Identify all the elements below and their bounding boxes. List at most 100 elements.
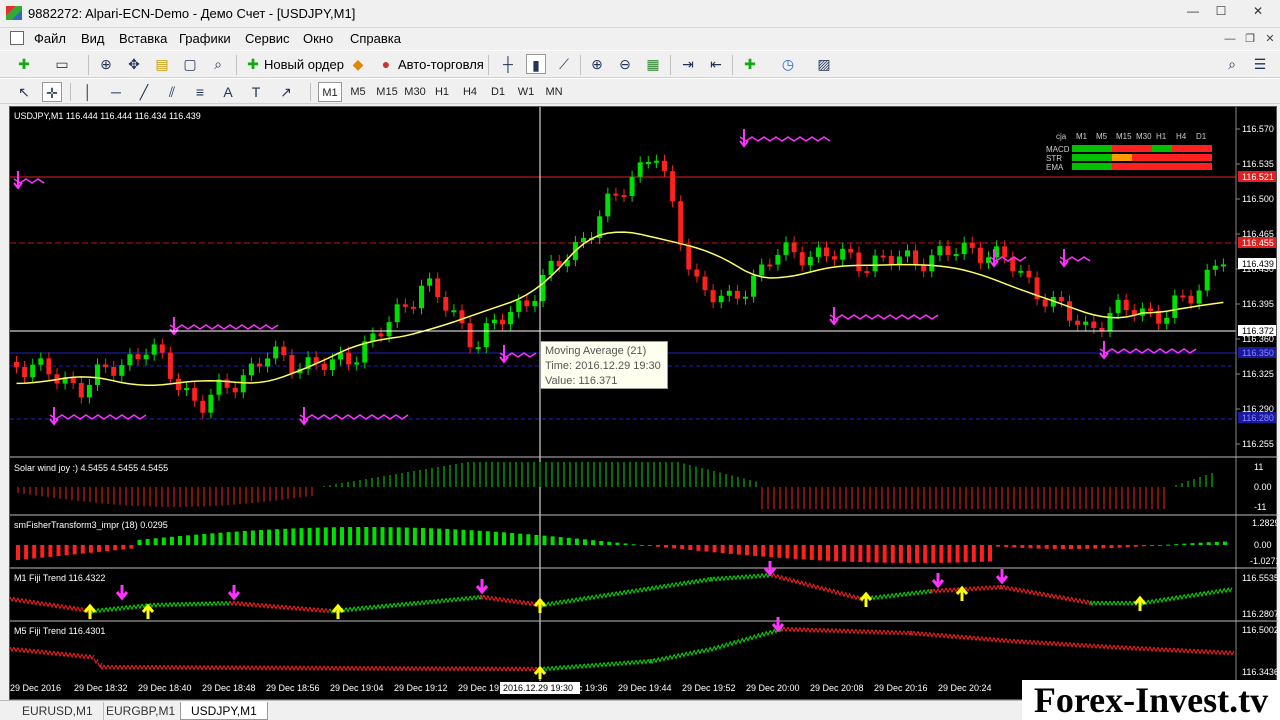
bar-chart-icon[interactable]: ┼ <box>498 54 518 74</box>
arrows-icon[interactable]: ↗ <box>276 82 296 102</box>
text-icon[interactable]: A <box>218 82 238 102</box>
crosshair-icon[interactable]: ✛ <box>42 82 62 102</box>
timeframe-m5[interactable]: M5 <box>346 82 370 102</box>
menu-help[interactable]: Справка <box>350 31 401 46</box>
profiles-icon[interactable]: ▭ <box>52 54 72 74</box>
zoom-in-icon[interactable]: ⊕ <box>587 54 607 74</box>
mdi-close-button[interactable]: ✕ <box>1262 32 1278 46</box>
timeframe-h4[interactable]: H4 <box>458 82 482 102</box>
new-order-button[interactable]: Новый ордер <box>264 57 344 72</box>
candlestick-icon[interactable]: ▮ <box>526 54 546 74</box>
candle-body <box>653 160 659 163</box>
fisher-bar <box>518 533 523 545</box>
market-watch-icon[interactable]: ⊕ <box>96 54 116 74</box>
templates-icon[interactable]: ▨ <box>814 54 834 74</box>
fiji-segment <box>1117 645 1123 651</box>
tab-usdjpy[interactable]: USDJPY,M1 <box>180 702 268 720</box>
timeframe-d1[interactable]: D1 <box>486 82 510 102</box>
mdi-minimize-button[interactable]: — <box>1222 32 1238 46</box>
fiji-segment <box>325 608 331 614</box>
fiji-segment <box>961 634 967 641</box>
fiji-segment <box>487 595 493 602</box>
tab-eurusd[interactable]: EURUSD,M1 <box>12 702 104 720</box>
fiji-segment <box>349 606 355 613</box>
mdi-restore-button[interactable]: ❐ <box>1242 32 1258 46</box>
close-button[interactable]: ✕ <box>1240 2 1276 20</box>
line-chart-icon[interactable]: ⟋ <box>554 54 574 74</box>
new-order-icon[interactable]: ✚ <box>243 54 263 74</box>
timeframe-h1[interactable]: H1 <box>430 82 454 102</box>
fiji-segment <box>297 606 303 612</box>
candle-body <box>605 193 611 217</box>
menu-file[interactable]: Файл <box>34 31 66 46</box>
fisher-bar <box>113 545 118 551</box>
cursor-icon[interactable]: ↖ <box>14 82 34 102</box>
timeframe-m1[interactable]: M1 <box>318 82 342 102</box>
candle-body <box>856 252 862 272</box>
metaeditor-icon[interactable]: ◆ <box>348 54 368 74</box>
text-label-icon[interactable]: T <box>246 82 266 102</box>
auto-trading-button[interactable]: Авто-торговля <box>398 57 484 72</box>
zoom-out-icon[interactable]: ⊖ <box>615 54 635 74</box>
fiji-segment <box>845 593 851 599</box>
fiji-segment <box>33 600 39 606</box>
timeframe-mn[interactable]: MN <box>542 82 566 102</box>
tile-windows-icon[interactable]: ▦ <box>643 54 663 74</box>
fiji-segment <box>1121 600 1127 607</box>
fiji-segment <box>231 665 237 671</box>
horizontal-line-icon[interactable]: ─ <box>106 82 126 102</box>
menu-insert[interactable]: Вставка <box>119 31 167 46</box>
timeframe-m30[interactable]: M30 <box>402 82 428 102</box>
fiji-segment <box>1165 647 1171 653</box>
chat-icon[interactable]: ☰ <box>1250 54 1270 74</box>
fiji-segment <box>37 600 43 607</box>
fiji-segment <box>149 602 155 609</box>
maximize-button[interactable]: ☐ <box>1208 2 1234 20</box>
menu-view[interactable]: Вид <box>81 31 105 46</box>
autoscroll-icon[interactable]: ⇤ <box>706 54 726 74</box>
trendline-icon[interactable]: ╱ <box>134 82 154 102</box>
document-icon[interactable] <box>10 31 24 45</box>
navigator-icon[interactable]: ✥ <box>124 54 144 74</box>
candle-body <box>848 248 854 253</box>
tab-eurgbp[interactable]: EURGBP,M1 <box>96 702 187 720</box>
fiji-segment <box>379 666 385 672</box>
auto-trading-icon[interactable]: ● <box>376 54 396 74</box>
fibonacci-icon[interactable]: ≡ <box>190 82 210 102</box>
menu-tools[interactable]: Сервис <box>245 31 290 46</box>
strategy-tester-icon[interactable]: ▢ <box>180 54 200 74</box>
timeframe-w1[interactable]: W1 <box>514 82 538 102</box>
fiji-segment <box>1079 598 1085 605</box>
fiji-segment <box>989 585 995 591</box>
fiji-segment <box>1097 644 1103 650</box>
vertical-line-icon[interactable]: │ <box>78 82 98 102</box>
fiji-segment <box>523 600 529 606</box>
fisher-bar <box>1028 545 1033 549</box>
menu-window[interactable]: Окно <box>303 31 333 46</box>
zoom-window-icon[interactable]: ⌕ <box>208 54 228 74</box>
periods-icon[interactable]: ◷ <box>778 54 798 74</box>
fisher-bar <box>736 545 741 555</box>
fiji-segment <box>729 641 735 647</box>
chart-shift-icon[interactable]: ⇥ <box>678 54 698 74</box>
indicators-icon[interactable]: ✚ <box>740 54 760 74</box>
minimize-button[interactable]: — <box>1180 2 1206 20</box>
search-icon[interactable]: ⌕ <box>1222 54 1242 74</box>
fiji-segment <box>595 594 601 600</box>
fisher-bar <box>704 545 709 552</box>
chart-canvas[interactable]: USDJPY,M1 116.444 116.444 116.434 116.43… <box>9 107 1280 701</box>
fisher-bar <box>728 545 733 554</box>
timeframe-m15[interactable]: M15 <box>374 82 400 102</box>
fiji-segment <box>1229 650 1235 657</box>
terminal-icon[interactable]: ▤ <box>152 54 172 74</box>
menu-charts[interactable]: Графики <box>179 31 231 46</box>
new-chart-icon[interactable]: ✚ <box>14 54 34 74</box>
fiji-segment <box>1053 641 1059 647</box>
fisher-bar <box>1109 545 1114 549</box>
dash-line-price: 116.455 <box>1242 238 1274 248</box>
fiji-segment <box>495 596 501 603</box>
equidistant-channel-icon[interactable]: ⫽ <box>162 82 182 102</box>
candle-body <box>78 383 84 398</box>
chart-window[interactable]: USDJPY,M1 116.444 116.444 116.434 116.43… <box>9 106 1280 701</box>
fisher-bar <box>437 528 442 545</box>
